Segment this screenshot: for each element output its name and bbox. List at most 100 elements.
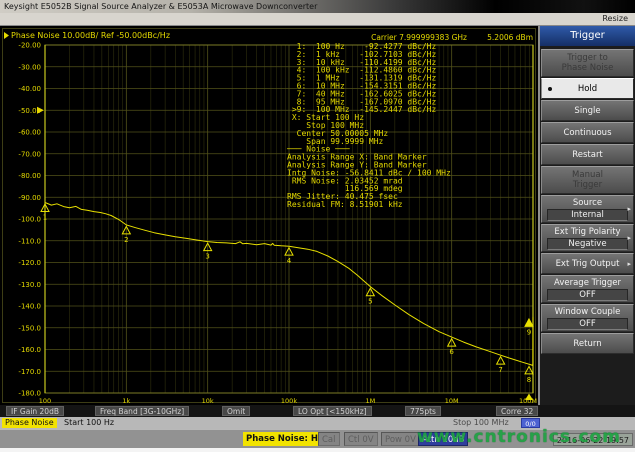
svg-text:-60.00: -60.00 [18,129,41,137]
svg-text:-40.00: -40.00 [18,85,41,93]
menu-item-label: Ext Trig Polarity [542,227,633,237]
stop-frequency-label: Stop 100 MHz [453,418,509,428]
svg-text:-110.0: -110.0 [18,237,41,245]
trace-markers[interactable]: 123456789 [41,204,533,400]
svg-text:-120.0: -120.0 [18,259,41,267]
svg-text:8: 8 [527,376,531,384]
system-status-bar: Phase Noise: Hold Cal Ctl 0V Pow 0V Attn… [0,429,635,448]
menu-item-label: Trigger [542,180,633,190]
status-segment-if-gain-20db: IF Gain 20dB [6,406,64,416]
bottom-margin [0,448,635,452]
clock: 2016-06-22 19:57 [553,433,633,446]
svg-text:6: 6 [449,348,454,356]
menu-item-ext-trig-output[interactable]: Ext Trig Output▸ [541,253,634,274]
menu-item-label: Manual [542,170,633,180]
svg-text:1k: 1k [122,397,130,405]
softkey-panel: Trigger Trigger toPhase Noise Hold Single C… [538,26,635,405]
cal-status: Cal [318,432,340,446]
measurement-status-bar: Phase Noise Start 100 Hz Stop 100 MHz 0/… [0,417,635,429]
menu-item-label: Restart [542,150,633,160]
dc-power-status: Pow 0V [381,432,420,446]
carrier-frequency-readout: Carrier 7.999999383 GHz [371,33,467,42]
svg-text:-100.0: -100.0 [18,216,41,224]
phase-noise-chart: -20.00-30.00-40.00-50.00-60.00-70.00-80.… [0,26,538,405]
menu-item-label: Window Couple [542,307,633,317]
menu-item-ext-trig-polarity[interactable]: Ext Trig PolarityNegative▸ [541,224,634,252]
status-segment-775pts: 775pts [405,406,441,416]
menu-item-label: Single [542,106,633,116]
marker-readout-table: 1: 100 Hz -92.4277 dBc/Hz 2: 1 kHz -102.… [286,42,451,209]
menu-bar: Resize [0,13,635,26]
svg-text:-130.0: -130.0 [18,281,41,289]
window-title: Keysight E5052B Signal Source Analyzer &… [4,2,317,11]
instrument-screen: Keysight E5052B Signal Source Analyzer &… [0,0,635,452]
svg-text:100: 100 [39,397,51,405]
status-segment-freq-band-3g-10ghz-: Freq Band [3G-10GHz] [95,406,189,416]
svg-text:1: 1 [43,214,47,222]
menu-item-value: OFF [547,318,628,330]
svg-text:-180.0: -180.0 [18,390,41,398]
average-count-badge: 0/0 [521,418,540,428]
resize-menu-item[interactable]: Resize [602,14,628,23]
submenu-arrow-icon: ▸ [627,259,631,269]
menu-item-label: Average Trigger [542,278,633,288]
menu-item-value: Negative [547,238,628,250]
menu-item-average-trigger[interactable]: Average TriggerOFF [541,275,634,303]
svg-text:2: 2 [124,236,128,244]
submenu-arrow-icon: ▸ [627,233,631,243]
measurement-mode-chip[interactable]: Phase Noise [2,418,57,428]
menu-item-label: Continuous [542,128,633,138]
softkey-menu-title: Trigger [540,26,635,46]
svg-text:10M: 10M [445,397,459,405]
trigger-menu: Trigger toPhase Noise Hold Single Continuou… [540,48,635,355]
svg-text:10k: 10k [202,397,214,405]
attenuator-status: Attn 10dB [418,432,468,446]
carrier-power-readout: 5.2006 dBm [487,33,533,42]
status-segment-corre-32: Corre 32 [496,406,538,416]
svg-text:9: 9 [527,328,531,336]
svg-text:-80.00: -80.00 [18,172,41,180]
svg-text:-20.00: -20.00 [18,42,41,50]
menu-item-continuous[interactable]: Continuous [541,122,634,143]
menu-item-hold[interactable]: Hold [541,78,634,99]
svg-text:Residual FM: 8.51901 kHz: Residual FM: 8.51901 kHz [287,200,403,209]
phase-noise-plot: -20.00-30.00-40.00-50.00-60.00-70.00-80.… [0,26,538,405]
menu-item-return[interactable]: Return [541,333,634,354]
instrument-status-bar: IF Gain 20dB Freq Band [3G-10GHz] Omit LO O… [0,405,635,417]
menu-item-value: OFF [547,289,628,301]
svg-text:-140.0: -140.0 [18,303,41,311]
menu-item-source[interactable]: SourceInternal▸ [541,195,634,223]
marker-9-icon[interactable] [525,319,533,327]
menu-item-window-couple[interactable]: Window CoupleOFF [541,304,634,332]
svg-text:-30.00: -30.00 [18,63,41,71]
selected-bullet-icon [548,87,552,91]
menu-item-restart[interactable]: Restart [541,144,634,165]
svg-text:-150.0: -150.0 [18,324,41,332]
svg-text:4: 4 [287,257,292,265]
status-segment-lo-opt-150khz-: LO Opt [<150kHz] [293,406,372,416]
trace-scale-readout: Phase Noise 10.00dB/ Ref -50.00dBc/Hz [11,31,170,40]
menu-item-label: Ext Trig Output [542,259,633,269]
status-segment-omit: Omit [222,406,250,416]
svg-text:1M: 1M [365,397,375,405]
svg-text:-70.00: -70.00 [18,150,41,158]
menu-item-label: Hold [542,84,633,94]
menu-item-label: Source [542,198,633,208]
submenu-arrow-icon: ▸ [627,204,631,214]
dc-control-status: Ctl 0V [344,432,378,446]
main-area: -20.00-30.00-40.00-50.00-60.00-70.00-80.… [0,26,635,405]
svg-text:100k: 100k [281,397,297,405]
svg-text:7: 7 [498,366,502,374]
menu-item-value: Internal [547,209,628,221]
y-axis-labels: -20.00-30.00-40.00-50.00-60.00-70.00-80.… [18,42,41,398]
window-title-bar: Keysight E5052B Signal Source Analyzer &… [0,0,635,13]
menu-item-label: Trigger to [542,53,633,63]
svg-text:-90.00: -90.00 [18,194,41,202]
svg-text:3: 3 [205,253,209,261]
menu-item-manual-trigger: ManualTrigger [541,166,634,194]
start-frequency-label: Start 100 Hz [64,418,114,428]
x-axis-labels: 1001k10k100k1M10M100M [39,397,537,405]
menu-item-label: Phase Noise [542,63,633,73]
menu-item-single[interactable]: Single [541,100,634,121]
menu-item-trigger-to-phase-noise: Trigger toPhase Noise [541,49,634,77]
